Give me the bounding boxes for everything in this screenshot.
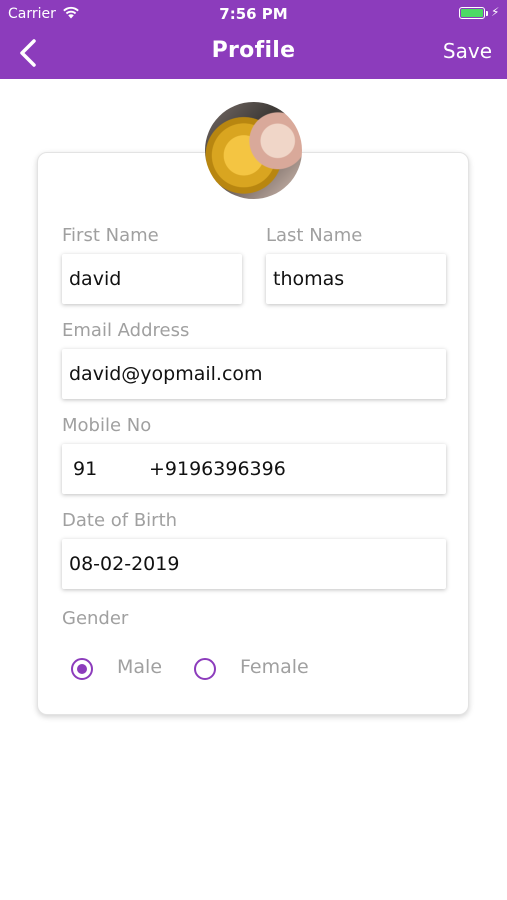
dob-field[interactable]: 08-02-2019 [62,539,446,589]
mobile-label: Mobile No [62,415,152,436]
last-name-label: Last Name [266,225,363,246]
battery-icon [459,7,485,19]
gender-label: Gender [62,608,129,629]
first-name-label: First Name [62,225,159,246]
charging-icon: ⚡ [491,5,500,19]
gender-male-label[interactable]: Male [117,656,162,678]
gender-female-label[interactable]: Female [240,656,309,678]
save-button[interactable]: Save [443,39,492,63]
gender-female-radio[interactable] [194,658,216,680]
status-bar: Carrier 7:56 PM ⚡ [0,0,507,28]
avatar[interactable] [205,102,302,199]
profile-form-card: First Name david Last Name thomas Email … [37,152,469,715]
last-name-field[interactable]: thomas [266,254,446,304]
battery-tip [486,11,488,16]
phone-number-field[interactable]: +9196396396 [149,444,286,494]
page-title: Profile [211,38,296,63]
status-time: 7:56 PM [219,5,288,23]
email-field[interactable]: david@yopmail.com [62,349,446,399]
navigation-bar: Carrier 7:56 PM ⚡ Profile Save [0,0,507,79]
mobile-field: 91 +9196396396 [62,444,446,494]
email-label: Email Address [62,320,190,341]
gender-male-radio[interactable] [71,658,93,680]
first-name-field[interactable]: david [62,254,242,304]
country-code-field[interactable]: 91 [73,444,97,494]
dob-label: Date of Birth [62,510,178,531]
